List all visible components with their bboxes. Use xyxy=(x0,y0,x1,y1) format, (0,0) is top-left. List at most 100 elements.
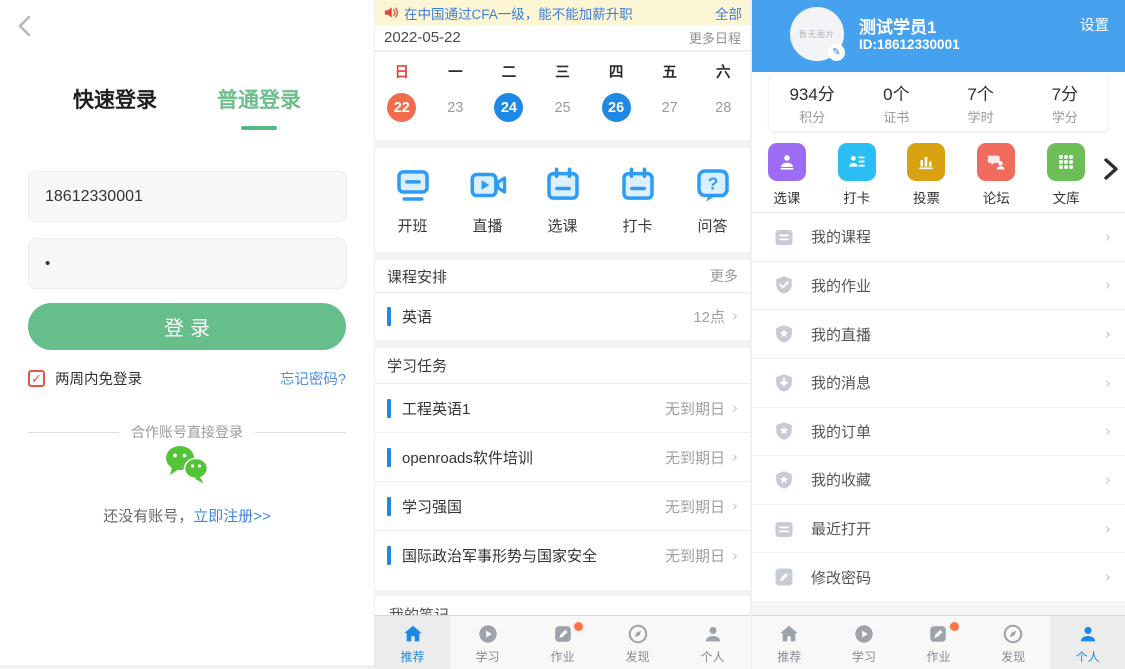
course-item-english[interactable]: 英语 12点 › xyxy=(375,293,750,339)
login-button[interactable]: 登录 xyxy=(28,303,346,350)
tab-study[interactable]: 学习 xyxy=(450,616,525,669)
menu-item-change-password[interactable]: 修改密码 › xyxy=(752,553,1125,602)
service-forum[interactable]: 论坛 xyxy=(961,139,1031,211)
task-item[interactable]: 学习强国 无到期日 › xyxy=(375,482,750,531)
calendar-day[interactable]: 23 xyxy=(441,93,470,122)
calendar-day[interactable]: 27 xyxy=(655,93,684,122)
menu-item-label: 修改密码 xyxy=(811,567,871,588)
service-label: 投票 xyxy=(913,187,940,207)
pencil-square-icon xyxy=(774,567,794,587)
quick-action-live[interactable]: 直播 xyxy=(450,148,525,252)
service-check-in[interactable]: 打卡 xyxy=(822,139,892,211)
course-more-link[interactable]: 更多 xyxy=(710,266,738,286)
register-link[interactable]: 立即注册>> xyxy=(193,508,271,525)
profile-menu: 我的课程 › 我的作业 › 我的直播 › xyxy=(752,212,1125,602)
menu-item-label: 我的作业 xyxy=(811,275,871,296)
quick-action-open-class[interactable]: 开班 xyxy=(375,148,450,252)
profile-panel: 暂无图片 ✎ 测试学员1 ID:18612330001 设置 934分 积分 0… xyxy=(750,0,1125,669)
item-accent-bar xyxy=(387,448,391,467)
remember-row: 两周内免登录 忘记密码? xyxy=(28,368,346,389)
tab-label: 学习 xyxy=(852,648,876,665)
back-button[interactable] xyxy=(12,12,40,40)
settings-button[interactable]: 设置 xyxy=(1080,14,1109,35)
services-more-arrow[interactable] xyxy=(1101,155,1123,183)
weekday-label: 四 xyxy=(589,61,643,82)
task-item[interactable]: 国际政治军事形势与国家安全 无到期日 › xyxy=(375,531,750,580)
calendar-day-event[interactable]: 24 xyxy=(494,93,523,122)
calendar-day-event[interactable]: 26 xyxy=(602,93,631,122)
stat-points[interactable]: 934分 积分 xyxy=(770,74,854,131)
tab-homework[interactable]: 作业 xyxy=(901,616,976,669)
wechat-login-button[interactable] xyxy=(0,444,374,486)
forgot-password-link[interactable]: 忘记密码? xyxy=(280,368,346,389)
homework-pencil-icon xyxy=(927,623,949,645)
calendar-gray-icon xyxy=(774,519,794,539)
notice-banner[interactable]: 在中国通过CFA一级，能不能加薪升职 全部 xyxy=(375,0,750,25)
chevron-right-icon: › xyxy=(1105,422,1111,440)
menu-item-recent-open[interactable]: 最近打开 › xyxy=(752,505,1125,554)
tab-label: 个人 xyxy=(1076,648,1100,665)
chevron-right-icon: › xyxy=(1105,374,1111,392)
quick-action-label: 选课 xyxy=(547,215,577,236)
tab-discover[interactable]: 发现 xyxy=(600,616,675,669)
menu-item-label: 最近打开 xyxy=(811,518,871,539)
service-vote[interactable]: 投票 xyxy=(892,139,962,211)
stat-credits[interactable]: 7分 学分 xyxy=(1023,74,1107,131)
user-id: ID:18612330001 xyxy=(859,37,960,52)
quick-action-course-select[interactable]: 选课 xyxy=(525,148,600,252)
register-row: 还没有账号，立即注册>> xyxy=(0,505,374,526)
tab-label: 发现 xyxy=(1001,648,1025,665)
more-schedule-link[interactable]: 更多日程 xyxy=(689,28,741,47)
service-label: 打卡 xyxy=(843,187,870,207)
quick-action-qa[interactable]: ? 问答 xyxy=(675,148,750,252)
phone-input[interactable] xyxy=(28,171,347,222)
remember-checkbox[interactable] xyxy=(28,370,45,387)
tab-study[interactable]: 学习 xyxy=(827,616,902,669)
tab-profile[interactable]: 个人 xyxy=(675,616,750,669)
chevron-right-icon: › xyxy=(1105,471,1111,489)
calendar-day[interactable]: 25 xyxy=(548,93,577,122)
home-panel: 在中国通过CFA一级，能不能加薪升职 全部 2022-05-22 更多日程 日 … xyxy=(375,0,750,669)
tab-quick-login[interactable]: 快速登录 xyxy=(73,84,157,130)
stat-value: 7个 xyxy=(967,80,993,105)
menu-item-my-orders[interactable]: 我的订单 › xyxy=(752,408,1125,457)
quick-action-check-in[interactable]: 打卡 xyxy=(600,148,675,252)
service-course-select[interactable]: 选课 xyxy=(752,139,822,211)
menu-item-my-homework[interactable]: 我的作业 › xyxy=(752,262,1125,311)
tab-homework[interactable]: 作业 xyxy=(525,616,600,669)
task-due-label: 无到期日 xyxy=(665,496,725,517)
check-in-icon xyxy=(838,143,876,181)
menu-item-my-live[interactable]: 我的直播 › xyxy=(752,310,1125,359)
password-input[interactable] xyxy=(28,238,347,289)
menu-item-my-courses[interactable]: 我的课程 › xyxy=(752,213,1125,262)
tab-discover[interactable]: 发现 xyxy=(976,616,1051,669)
course-schedule-card: 课程安排 更多 英语 12点 › xyxy=(375,260,750,340)
task-title: openroads软件培训 xyxy=(402,447,533,468)
tab-recommend[interactable]: 推荐 xyxy=(752,616,827,669)
stat-label: 学时 xyxy=(968,107,994,126)
stat-certificates[interactable]: 0个 证书 xyxy=(854,74,938,131)
service-library[interactable]: 文库 xyxy=(1031,139,1101,211)
menu-item-label: 我的直播 xyxy=(811,324,871,345)
avatar-edit-icon[interactable]: ✎ xyxy=(828,44,845,61)
task-due-label: 无到期日 xyxy=(665,545,725,566)
tab-profile[interactable]: 个人 xyxy=(1050,616,1125,669)
chevron-right-icon: › xyxy=(732,547,738,565)
calendar-day-today[interactable]: 22 xyxy=(387,93,416,122)
quick-action-label: 开班 xyxy=(397,215,427,236)
calendar-day[interactable]: 28 xyxy=(709,93,738,122)
tab-label: 作业 xyxy=(550,648,574,665)
login-tabs: 快速登录 普通登录 xyxy=(0,84,374,130)
service-label: 论坛 xyxy=(983,187,1010,207)
date-row: 2022-05-22 更多日程 xyxy=(375,25,750,51)
menu-item-my-messages[interactable]: 我的消息 › xyxy=(752,359,1125,408)
task-item[interactable]: 工程英语1 无到期日 › xyxy=(375,384,750,433)
task-item[interactable]: openroads软件培训 无到期日 › xyxy=(375,433,750,482)
notice-all-link[interactable]: 全部 xyxy=(715,3,742,23)
tab-recommend[interactable]: 推荐 xyxy=(375,616,450,669)
weekday-header: 日 一 二 三 四 五 六 xyxy=(375,61,750,82)
tab-normal-login[interactable]: 普通登录 xyxy=(217,84,301,130)
stat-hours[interactable]: 7个 学时 xyxy=(939,74,1023,131)
vote-chart-icon xyxy=(907,143,945,181)
menu-item-my-favorites[interactable]: 我的收藏 › xyxy=(752,456,1125,505)
